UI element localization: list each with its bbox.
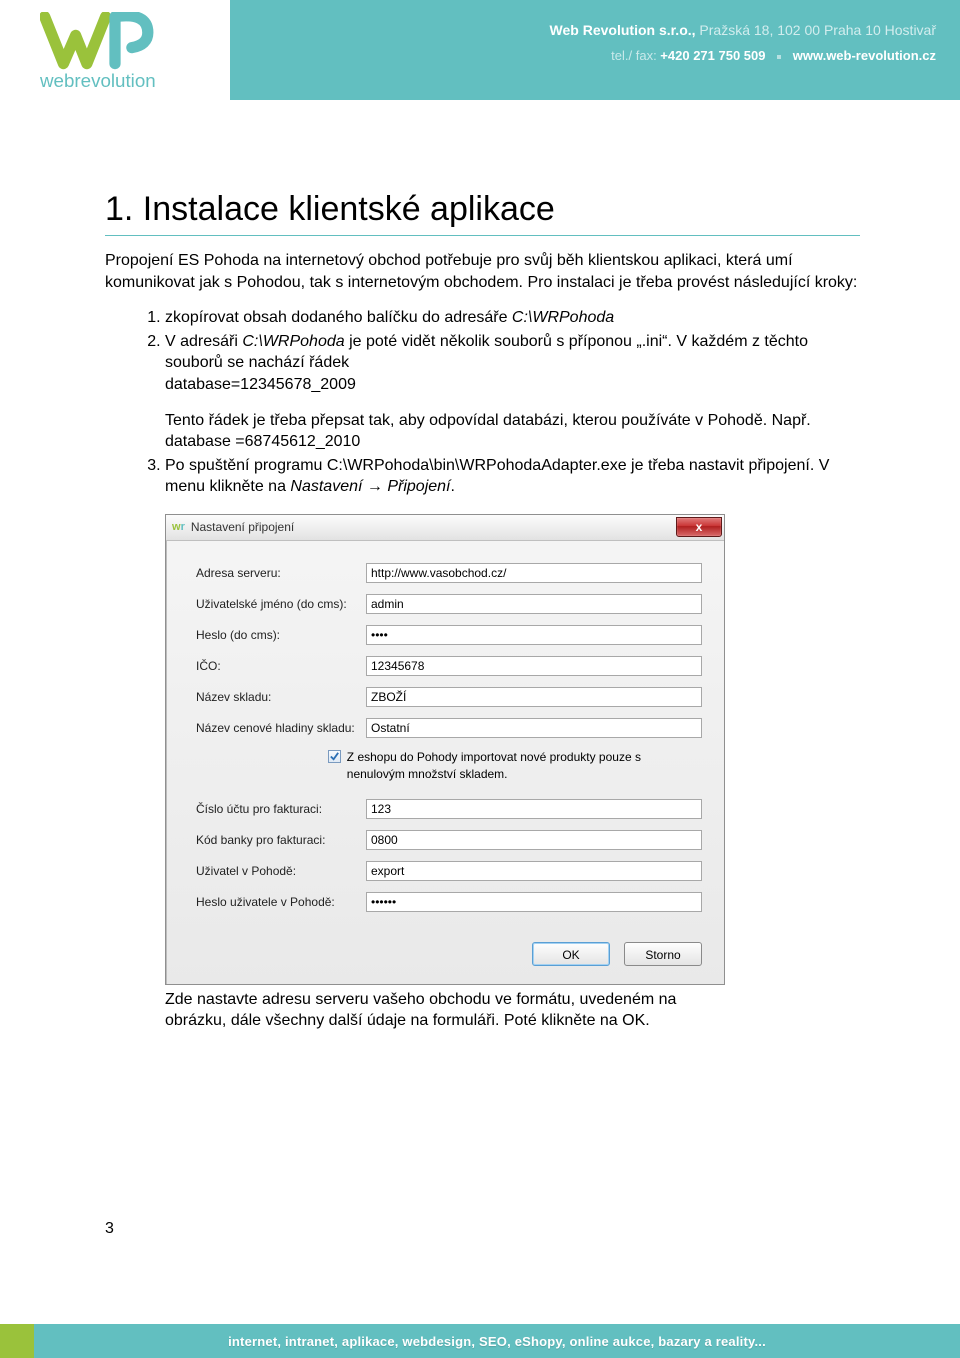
label-cislo-uctu: Číslo účtu pro fakturaci:: [196, 802, 366, 816]
page-title: 1. Instalace klientské aplikace: [105, 190, 860, 236]
settings-dialog: wr Nastavení připojení x Adresa serveru:…: [165, 514, 725, 985]
steps-list: zkopírovat obsah dodaného balíčku do adr…: [105, 307, 860, 498]
step-1: zkopírovat obsah dodaného balíčku do adr…: [165, 307, 860, 329]
after-dialog-text: Zde nastavte adresu serveru vašeho obcho…: [165, 989, 725, 1032]
wr-logo-icon: webrevolution: [40, 12, 190, 96]
footer-text: internet, intranet, aplikace, webdesign,…: [34, 1324, 960, 1358]
input-heslo-pohoda[interactable]: [366, 892, 702, 912]
tel-label: tel./ fax:: [611, 48, 660, 63]
website: www.web-revolution.cz: [793, 48, 936, 63]
svg-text:webrevolution: webrevolution: [40, 70, 156, 91]
intro-paragraph: Propojení ES Pohoda na internetový obcho…: [105, 250, 860, 293]
page-number: 3: [105, 1220, 114, 1238]
company-name: Web Revolution s.r.o.,: [550, 22, 696, 38]
input-cislo-uctu[interactable]: [366, 799, 702, 819]
check-icon: [329, 751, 340, 762]
label-cen-hladina: Název cenové hladiny skladu:: [196, 721, 366, 735]
input-kod-banky[interactable]: [366, 830, 702, 850]
label-heslo-pohoda: Heslo uživatele v Pohodě:: [196, 895, 366, 909]
dialog-titlebar[interactable]: wr Nastavení připojení x: [166, 515, 724, 541]
page-footer: internet, intranet, aplikace, webdesign,…: [0, 1324, 960, 1358]
input-nazev-skladu[interactable]: [366, 687, 702, 707]
tel-number: +420 271 750 509: [660, 48, 765, 63]
input-heslo-cms[interactable]: [366, 625, 702, 645]
input-adresa-serveru[interactable]: [366, 563, 702, 583]
page-header: webrevolution Web Revolution s.r.o., Pra…: [0, 0, 960, 100]
label-heslo-cms: Heslo (do cms):: [196, 628, 366, 642]
close-icon: x: [696, 520, 703, 534]
input-ico[interactable]: [366, 656, 702, 676]
dialog-body: Adresa serveru: Uživatelské jméno (do cm…: [166, 541, 724, 984]
company-address: Pražská 18, 102 00 Praha 10 Hostivař: [696, 22, 936, 38]
label-uzivatel-cms: Uživatelské jméno (do cms):: [196, 597, 366, 611]
ok-button[interactable]: OK: [532, 942, 610, 966]
footer-accent-icon: [0, 1324, 34, 1358]
checkbox-import-products[interactable]: [328, 750, 341, 763]
input-cen-hladina[interactable]: [366, 718, 702, 738]
checkbox-label: Z eshopu do Pohody importovat nové produ…: [347, 749, 702, 783]
input-uzivatel-pohoda[interactable]: [366, 861, 702, 881]
dialog-title: Nastavení připojení: [191, 520, 676, 534]
label-kod-banky: Kód banky pro fakturaci:: [196, 833, 366, 847]
dialog-logo-icon: wr: [172, 521, 185, 533]
header-info: Web Revolution s.r.o., Pražská 18, 102 0…: [230, 0, 960, 100]
label-uzivatel-pohoda: Uživatel v Pohodě:: [196, 864, 366, 878]
separator-dot-icon: [777, 55, 781, 59]
label-nazev-skladu: Název skladu:: [196, 690, 366, 704]
label-adresa-serveru: Adresa serveru:: [196, 566, 366, 580]
storno-button[interactable]: Storno: [624, 942, 702, 966]
step-3: Po spuštění programu C:\WRPohoda\bin\WRP…: [165, 455, 860, 498]
step-2: V adresáři C:\WRPohoda je poté vidět něk…: [165, 331, 860, 453]
label-ico: IČO:: [196, 659, 366, 673]
close-button[interactable]: x: [676, 517, 722, 537]
input-uzivatel-cms[interactable]: [366, 594, 702, 614]
logo: webrevolution: [0, 0, 230, 100]
page-content: 1. Instalace klientské aplikace Propojen…: [0, 100, 960, 1032]
